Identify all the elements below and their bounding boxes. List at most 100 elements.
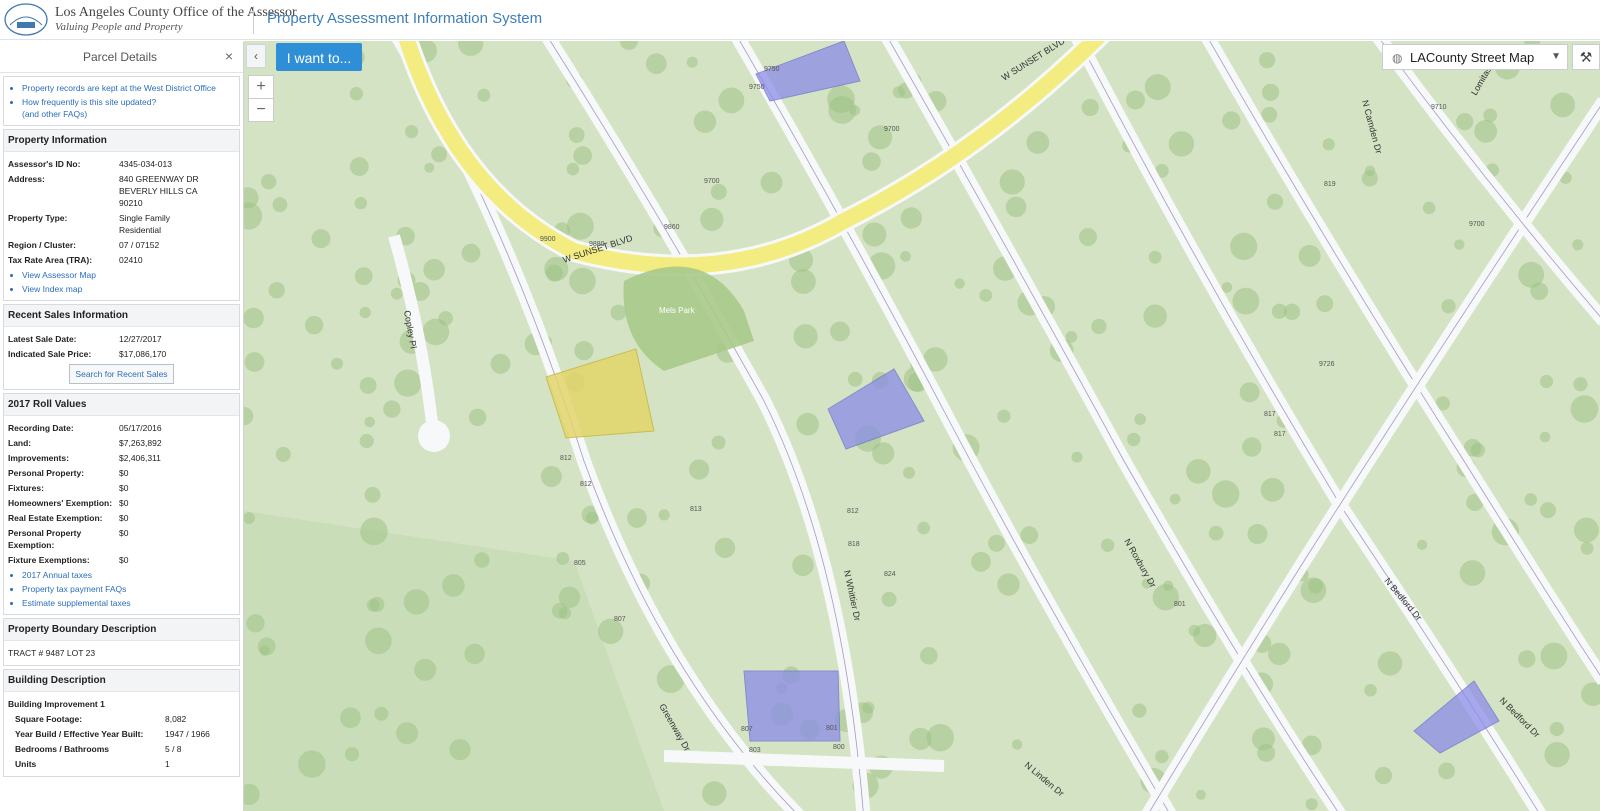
- info-label: Address:: [8, 174, 45, 184]
- tree-canopy: [710, 183, 727, 200]
- tree-canopy: [926, 724, 954, 752]
- building-row: Year Build / Effective Year Built: 1947 /…: [8, 728, 235, 740]
- house-number: 9710: [1431, 104, 1447, 111]
- tree-canopy: [1134, 413, 1146, 426]
- tree-canopy: [272, 197, 288, 213]
- roll-row: Improvements: $2,406,311: [8, 452, 235, 464]
- tree-canopy: [405, 125, 419, 139]
- address-line-2: BEVERLY HILLS CA: [119, 186, 198, 196]
- tree-canopy: [702, 781, 727, 806]
- tree-canopy: [340, 707, 361, 728]
- tree-canopy: [1298, 244, 1321, 267]
- tree-canopy: [1470, 442, 1486, 458]
- tree-canopy: [792, 554, 814, 577]
- house-number: 800: [833, 744, 845, 751]
- tree-canopy: [449, 739, 471, 761]
- house-number: 812: [847, 508, 859, 515]
- faq-link-other-faqs[interactable]: (and other FAQs): [22, 109, 87, 119]
- close-icon[interactable]: ×: [225, 48, 233, 64]
- tree-canopy: [1026, 131, 1050, 154]
- i-want-to-button[interactable]: I want to...: [276, 43, 362, 71]
- roll-row: Homeowners' Exemption: $0: [8, 497, 235, 509]
- tree-canopy: [390, 287, 403, 300]
- view-assessor-map-link[interactable]: View Assessor Map: [22, 269, 235, 281]
- tree-canopy: [700, 207, 724, 231]
- tree-canopy: [903, 466, 915, 479]
- search-recent-sales-button[interactable]: Search for Recent Sales: [69, 364, 174, 384]
- roll-value: $0: [119, 498, 129, 508]
- tree-canopy: [304, 315, 324, 335]
- map-view[interactable]: W SUNSET BLVD W SUNSET BLVD Copley Pl N Whi…: [244, 41, 1600, 811]
- sales-row-date: Latest Sale Date: 12/27/2017: [8, 333, 235, 345]
- tree-canopy: [714, 537, 736, 558]
- tree-canopy: [1266, 193, 1284, 210]
- house-number: 9860: [664, 224, 680, 231]
- map-canvas[interactable]: W SUNSET BLVDW SUNSET BLVDCopley PlN Whi…: [244, 41, 1600, 811]
- tree-canopy: [468, 408, 487, 427]
- view-index-map-link[interactable]: View Index map: [22, 283, 235, 295]
- annual-taxes-link[interactable]: 2017 Annual taxes: [22, 569, 235, 581]
- tree-canopy: [1212, 480, 1240, 508]
- tree-canopy: [1417, 539, 1428, 550]
- collapse-panel-button[interactable]: ‹: [246, 44, 266, 68]
- house-number: 817: [1274, 431, 1286, 438]
- tree-canopy: [1441, 299, 1456, 314]
- tree-canopy: [414, 658, 437, 681]
- tree-canopy: [244, 307, 264, 329]
- tree-canopy: [431, 146, 448, 163]
- tree-canopy: [999, 169, 1025, 195]
- roll-value: $2,406,311: [119, 453, 161, 463]
- tree-canopy: [658, 509, 670, 521]
- tree-canopy: [1474, 119, 1498, 143]
- house-number: 812: [560, 455, 572, 462]
- tree-canopy: [954, 278, 965, 289]
- tree-canopy: [1305, 798, 1318, 811]
- faq-link-update-label[interactable]: How frequently is this site updated?: [22, 97, 156, 107]
- tree-canopy: [259, 645, 270, 656]
- tree-canopy: [477, 88, 491, 102]
- basemap-selector[interactable]: ◍ LACounty Street Map ▼: [1382, 44, 1568, 70]
- tree-canopy: [1456, 113, 1474, 131]
- roll-value: $0: [119, 528, 129, 538]
- building-row: Units 1: [8, 758, 235, 770]
- house-number: 9880: [589, 241, 605, 248]
- roll-label: Improvements:: [8, 453, 69, 463]
- assessor-logo[interactable]: [4, 3, 48, 36]
- info-row-address: Address: 840 GREENWAY DR BEVERLY HILLS CA 9…: [8, 173, 235, 209]
- tree-canopy: [1300, 577, 1327, 603]
- building-subheading: Building Improvement 1: [8, 699, 105, 709]
- house-number: 819: [1324, 181, 1336, 188]
- zoom-in-button[interactable]: +: [249, 76, 273, 99]
- tree-canopy: [545, 264, 563, 282]
- tree-canopy: [1260, 477, 1285, 502]
- tree-canopy: [374, 706, 389, 721]
- house-number: 817: [1264, 411, 1276, 418]
- tree-canopy: [827, 85, 855, 113]
- roll-label: Personal Property:: [8, 468, 85, 478]
- zoom-out-button[interactable]: −: [249, 99, 273, 121]
- tools-icon[interactable]: ⚒: [1572, 44, 1600, 70]
- tree-canopy: [1169, 493, 1181, 505]
- tree-canopy: [1132, 703, 1147, 718]
- tree-canopy: [1550, 92, 1576, 118]
- info-value: 02410: [119, 255, 143, 265]
- tree-canopy: [359, 434, 374, 449]
- roll-row: Land: $7,263,892: [8, 437, 235, 449]
- estimate-supplemental-taxes-link[interactable]: Estimate supplemental taxes: [22, 597, 235, 609]
- house-number: 824: [884, 571, 896, 578]
- tree-canopy: [1081, 98, 1099, 117]
- property-information-card: Property Information Assessor's ID No: 43…: [3, 129, 240, 301]
- house-number: 801: [1174, 601, 1186, 608]
- building-row: Bedrooms / Bathrooms 5 / 8: [8, 743, 235, 755]
- tree-canopy: [1580, 541, 1594, 555]
- tree-canopy: [566, 162, 580, 176]
- tax-payment-faqs-link[interactable]: Property tax payment FAQs: [22, 583, 235, 595]
- tree-canopy: [474, 552, 490, 568]
- faq-link-update-frequency[interactable]: How frequently is this site updated? (and…: [22, 96, 235, 120]
- property-type-line-2: Residential: [119, 225, 162, 235]
- tree-canopy: [1155, 749, 1169, 764]
- faq-link-district-office[interactable]: Property records are kept at the West Di…: [22, 82, 235, 94]
- tree-canopy: [403, 589, 430, 615]
- info-label: Tax Rate Area (TRA):: [8, 255, 93, 265]
- tree-canopy: [881, 591, 897, 607]
